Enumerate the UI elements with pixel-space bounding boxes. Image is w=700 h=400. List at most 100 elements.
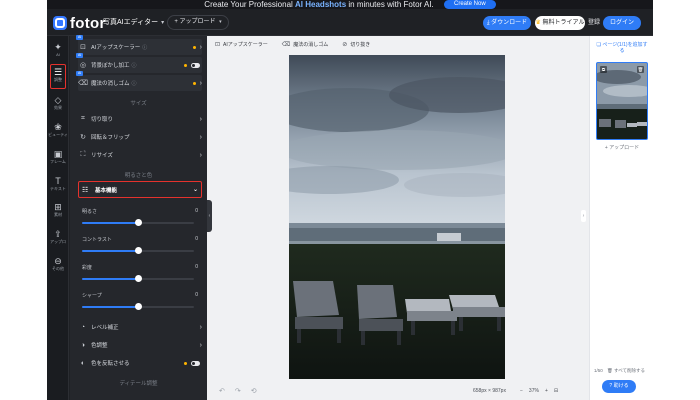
invert-toggle[interactable]: [191, 360, 200, 366]
redo-icon[interactable]: ↷: [235, 387, 241, 395]
canvas-cutout-button[interactable]: ⊘ 切り抜き: [342, 41, 370, 48]
zoom-controls: − 37% + ⊟: [520, 388, 564, 394]
invert-icon: ◐: [80, 359, 86, 367]
delete-icon: 🗑: [607, 368, 613, 373]
rail-item-adjust[interactable]: ☰ 調整: [50, 64, 66, 89]
rail-item-more[interactable]: ⊖ その他: [47, 254, 69, 279]
copy-icon[interactable]: ⧉: [600, 66, 607, 73]
login-button[interactable]: ログイン: [603, 16, 641, 30]
chevron-right-icon: ›: [199, 341, 202, 349]
levels-item[interactable]: ◔ レベル補正 ›: [78, 319, 202, 335]
rotate-flip-label: 回転＆フリップ: [91, 135, 130, 141]
slider-track[interactable]: [82, 275, 194, 282]
color-adjust-item[interactable]: ◑ 色調整 ›: [78, 337, 202, 353]
pages-header[interactable]: ❏ ページ(1/1)を追加する: [594, 42, 650, 54]
undo-icon[interactable]: ↶: [219, 387, 225, 395]
background-blur-item[interactable]: AI ◎ 背景ぼかし加工 ⓘ: [76, 53, 202, 73]
editor-select-label: 写真AIエディター: [103, 19, 159, 26]
resize-icon: ⛶: [80, 151, 86, 158]
promo-text-after: in minutes with Fotor AI.: [348, 0, 434, 9]
chevron-right-icon: ›: [199, 79, 202, 87]
trash-icon[interactable]: 🗑: [637, 66, 644, 73]
magic-eraser-item[interactable]: AI ⌫ 魔法の消しゴム ⓘ ›: [76, 71, 202, 91]
slider-knob[interactable]: [135, 247, 142, 254]
rail-item-ai[interactable]: ✦ AI: [47, 40, 69, 65]
slider-label: 彩度: [82, 265, 93, 271]
upscale-icon: ⊡: [215, 41, 221, 48]
delete-all-link[interactable]: すべて削除する: [614, 368, 645, 373]
contrast-slider[interactable]: コントラスト 0: [82, 236, 198, 260]
slider-knob[interactable]: [135, 219, 142, 226]
upload-icon: ⇪: [54, 229, 62, 239]
slider-knob[interactable]: [135, 275, 142, 282]
chevron-down-icon: ▾: [219, 19, 222, 25]
fotor-logo[interactable]: fotor: [53, 13, 106, 33]
canvas-bottom-bar: ↶ ↷ ⟲ 658px × 987px − 37% + ⊟: [207, 382, 589, 400]
rail-item-label: 素材: [54, 212, 62, 217]
chevron-right-icon: ›: [199, 151, 202, 159]
download-icon: ⤓: [486, 20, 490, 26]
canvas-ai-upscaler-button[interactable]: ⊡ AIアップスケーラー: [215, 41, 268, 48]
download-button[interactable]: ⤓ ダウンロード: [483, 16, 531, 30]
beach-photo-image: [289, 55, 505, 379]
slider-fill: [82, 306, 138, 308]
panel-collapse-handle[interactable]: ‹: [207, 200, 212, 232]
canvas-magic-eraser-button[interactable]: ⌫ 魔法の消しゴム: [282, 41, 329, 48]
add-page-button[interactable]: + アップロード: [594, 144, 650, 151]
help-icon: ?: [609, 383, 613, 389]
zoom-level[interactable]: 37%: [529, 388, 539, 394]
help-button[interactable]: ? 助ける: [602, 380, 636, 393]
slider-track[interactable]: [82, 247, 194, 254]
rail-item-elements[interactable]: ⊞ 素材: [47, 200, 69, 225]
slider-label: コントラスト: [82, 237, 112, 243]
promo-create-button[interactable]: Create Now: [444, 0, 496, 9]
rail-item-text[interactable]: T テキスト: [47, 174, 69, 199]
rail-item-effects[interactable]: ◇ 効果: [47, 93, 69, 118]
register-link[interactable]: 登録: [588, 16, 600, 30]
reset-icon[interactable]: ⟲: [251, 387, 257, 395]
rotate-flip-item[interactable]: ↻ 回転＆フリップ ›: [78, 129, 202, 145]
zoom-out-icon[interactable]: −: [520, 388, 523, 394]
invert-color-item[interactable]: ◐ 色を反転させる: [78, 355, 202, 371]
fit-screen-icon[interactable]: ⊟: [554, 388, 558, 394]
slider-value: 0: [195, 292, 198, 298]
crown-icon: ♛: [535, 20, 541, 26]
frame-icon: ▣: [53, 149, 63, 159]
promo-highlight: AI Headshots: [295, 0, 347, 9]
sharpness-slider[interactable]: シャープ 0: [82, 292, 198, 316]
editor-select[interactable]: 写真AIエディター ▾: [103, 17, 164, 29]
basic-functions-toggle[interactable]: ☷ 基本機能 ⌄: [78, 181, 202, 198]
detail-section-header: ディテール調整: [119, 381, 158, 387]
crop-item[interactable]: ⌗ 切り取り ›: [78, 111, 202, 127]
slider-label: 明るさ: [82, 209, 98, 215]
ai-badge: AI: [76, 35, 84, 40]
blur-icon: ◎: [79, 62, 87, 69]
slider-track[interactable]: [82, 303, 194, 310]
crop-icon: ⌗: [81, 115, 85, 122]
upload-button[interactable]: + アップロード ▾: [167, 15, 229, 30]
canvas-photo[interactable]: [289, 55, 505, 379]
page-thumbnail[interactable]: ⧉ 🗑: [596, 62, 648, 140]
resize-item[interactable]: ⛶ リサイズ ›: [78, 147, 202, 163]
slider-fill: [82, 222, 138, 224]
rail-item-frame[interactable]: ▣ フレーム: [47, 147, 69, 172]
free-trial-button[interactable]: ♛ 無料トライアル: [535, 16, 585, 30]
ai-upscaler-item[interactable]: AI ⊡ AIアップスケーラー ⓘ ›: [76, 35, 202, 55]
canvas-area: ⊡ AIアップスケーラー ⌫ 魔法の消しゴム ⊘ 切り抜き › ↶ ↷ ⟲ 65…: [207, 36, 589, 400]
free-trial-label: 無料トライアル: [542, 20, 585, 26]
zoom-in-icon[interactable]: +: [545, 388, 548, 394]
elements-icon: ⊞: [54, 202, 62, 212]
invert-color-label: 色を反転させる: [91, 361, 130, 367]
eraser-icon: ⌫: [78, 80, 88, 87]
upload-button-label: + アップロード: [174, 19, 216, 25]
info-icon: ⓘ: [131, 80, 137, 87]
slider-knob[interactable]: [135, 303, 142, 310]
slider-track[interactable]: [82, 219, 194, 226]
brightness-slider[interactable]: 明るさ 0: [82, 208, 198, 232]
rail-item-beauty[interactable]: ❀ ビューティ: [47, 120, 69, 145]
rail-item-upload[interactable]: ⇪ アップロ: [47, 227, 69, 252]
right-panel-toggle[interactable]: ›: [581, 210, 586, 222]
pages-panel: ❏ ページ(1/1)を追加する ⧉ 🗑 + アップロード 1/50 🗑 すべて削…: [589, 36, 653, 400]
blur-toggle[interactable]: [191, 62, 200, 68]
saturation-slider[interactable]: 彩度 0: [82, 264, 198, 288]
